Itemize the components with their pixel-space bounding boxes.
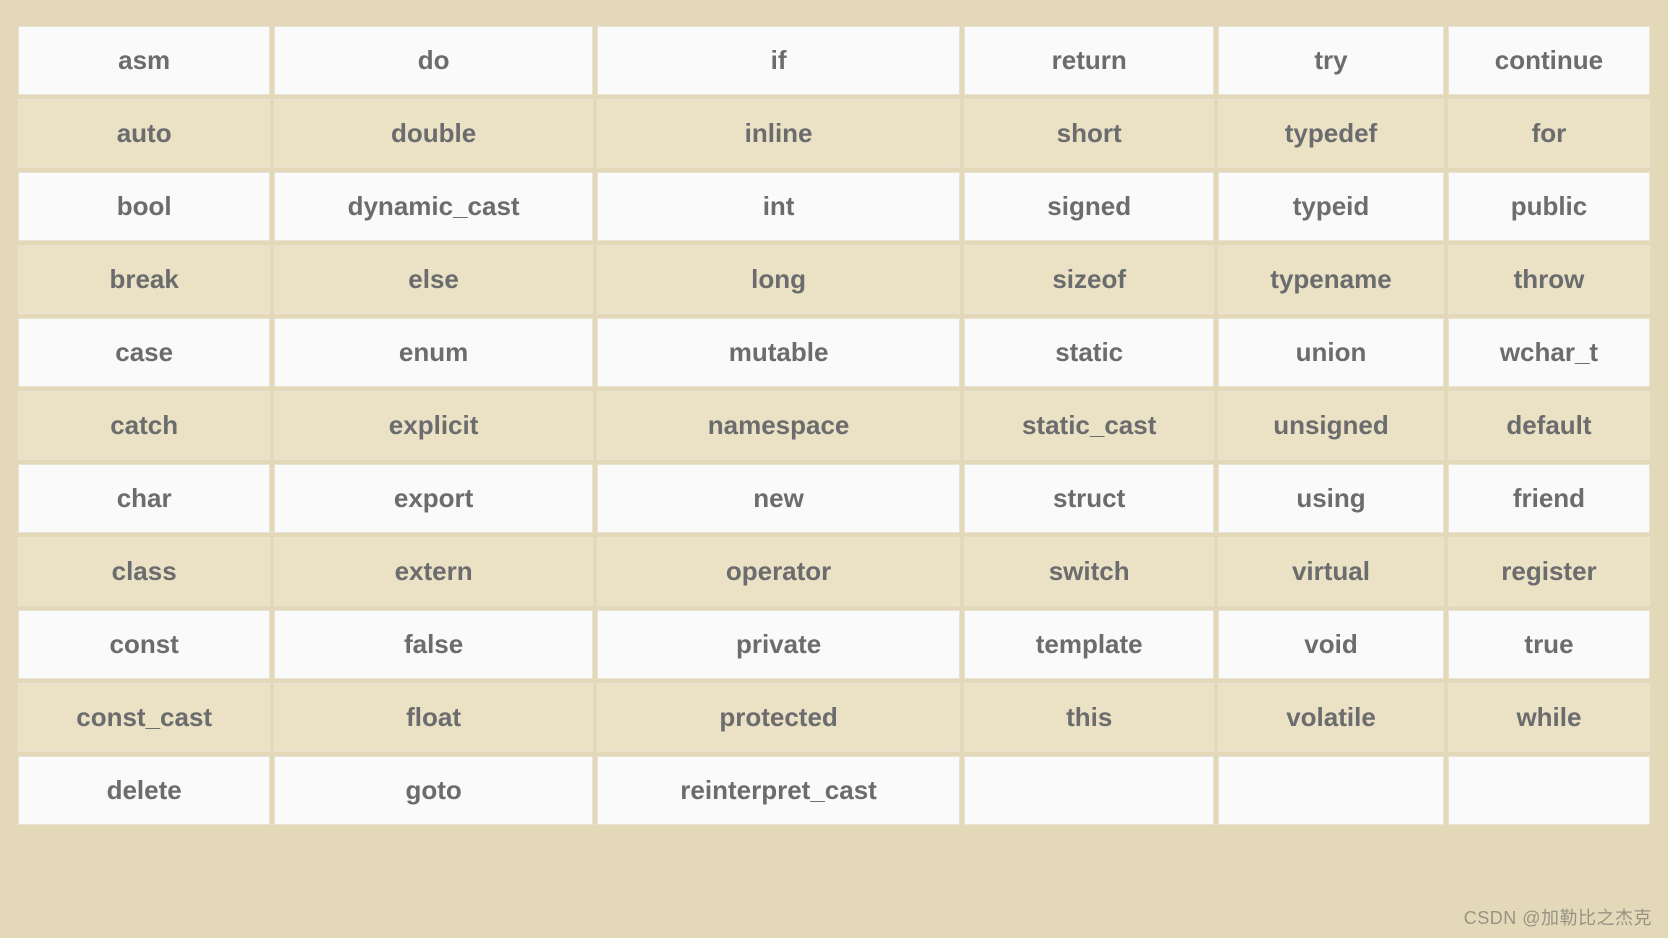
table-cell: volatile xyxy=(1218,683,1444,752)
table-cell: const xyxy=(18,610,270,679)
table-cell: catch xyxy=(18,391,270,460)
table-cell: public xyxy=(1448,172,1650,241)
table-cell: virtual xyxy=(1218,537,1444,606)
table-row: asm do if return try continue xyxy=(18,26,1650,95)
table-cell: return xyxy=(964,26,1214,95)
table-cell: struct xyxy=(964,464,1214,533)
table-row: bool dynamic_cast int signed typeid publ… xyxy=(18,172,1650,241)
watermark: CSDN @加勒比之杰克 xyxy=(1464,904,1652,930)
table-cell: asm xyxy=(18,26,270,95)
table-cell: int xyxy=(597,172,960,241)
table-cell-empty xyxy=(1448,756,1650,825)
table-cell: typedef xyxy=(1218,99,1444,168)
table-row: char export new struct using friend xyxy=(18,464,1650,533)
table-cell: for xyxy=(1448,99,1650,168)
table-cell: signed xyxy=(964,172,1214,241)
table-cell: default xyxy=(1448,391,1650,460)
table-cell: wchar_t xyxy=(1448,318,1650,387)
table-cell: using xyxy=(1218,464,1444,533)
table-cell: sizeof xyxy=(964,245,1214,314)
table-cell: switch xyxy=(964,537,1214,606)
table-cell: dynamic_cast xyxy=(274,172,593,241)
table-cell: if xyxy=(597,26,960,95)
table-cell: typeid xyxy=(1218,172,1444,241)
table-cell-empty xyxy=(1218,756,1444,825)
table-cell: else xyxy=(274,245,593,314)
table-cell: this xyxy=(964,683,1214,752)
table-cell: throw xyxy=(1448,245,1650,314)
table-cell: goto xyxy=(274,756,593,825)
table-cell: long xyxy=(597,245,960,314)
table-cell: operator xyxy=(597,537,960,606)
table-cell: short xyxy=(964,99,1214,168)
table-cell: explicit xyxy=(274,391,593,460)
table-row: auto double inline short typedef for xyxy=(18,99,1650,168)
table-row: const false private template void true xyxy=(18,610,1650,679)
table-cell: auto xyxy=(18,99,270,168)
table-row: const_cast float protected this volatile… xyxy=(18,683,1650,752)
table-cell: reinterpret_cast xyxy=(597,756,960,825)
table-cell: try xyxy=(1218,26,1444,95)
table-cell: double xyxy=(274,99,593,168)
table-cell: false xyxy=(274,610,593,679)
table-cell: do xyxy=(274,26,593,95)
table-cell: extern xyxy=(274,537,593,606)
table-cell: unsigned xyxy=(1218,391,1444,460)
table-cell: register xyxy=(1448,537,1650,606)
table-row: case enum mutable static union wchar_t xyxy=(18,318,1650,387)
table-cell: namespace xyxy=(597,391,960,460)
table-cell: break xyxy=(18,245,270,314)
table-row: break else long sizeof typename throw xyxy=(18,245,1650,314)
table-cell: static xyxy=(964,318,1214,387)
table-row: class extern operator switch virtual reg… xyxy=(18,537,1650,606)
table-cell: class xyxy=(18,537,270,606)
table-cell: continue xyxy=(1448,26,1650,95)
table-cell: inline xyxy=(597,99,960,168)
table-cell: union xyxy=(1218,318,1444,387)
table-cell-empty xyxy=(964,756,1214,825)
keywords-table: asm do if return try continue auto doubl… xyxy=(14,22,1654,829)
table-cell: case xyxy=(18,318,270,387)
table-cell: float xyxy=(274,683,593,752)
table-cell: true xyxy=(1448,610,1650,679)
table-row: catch explicit namespace static_cast uns… xyxy=(18,391,1650,460)
table-cell: friend xyxy=(1448,464,1650,533)
table-cell: char xyxy=(18,464,270,533)
table-row: delete goto reinterpret_cast xyxy=(18,756,1650,825)
table-cell: typename xyxy=(1218,245,1444,314)
table-cell: enum xyxy=(274,318,593,387)
table-cell: private xyxy=(597,610,960,679)
table-cell: delete xyxy=(18,756,270,825)
table-cell: bool xyxy=(18,172,270,241)
table-cell: protected xyxy=(597,683,960,752)
table-cell: while xyxy=(1448,683,1650,752)
table-cell: const_cast xyxy=(18,683,270,752)
table-cell: export xyxy=(274,464,593,533)
table-cell: template xyxy=(964,610,1214,679)
table-cell: new xyxy=(597,464,960,533)
table-cell: mutable xyxy=(597,318,960,387)
table-cell: void xyxy=(1218,610,1444,679)
table-cell: static_cast xyxy=(964,391,1214,460)
